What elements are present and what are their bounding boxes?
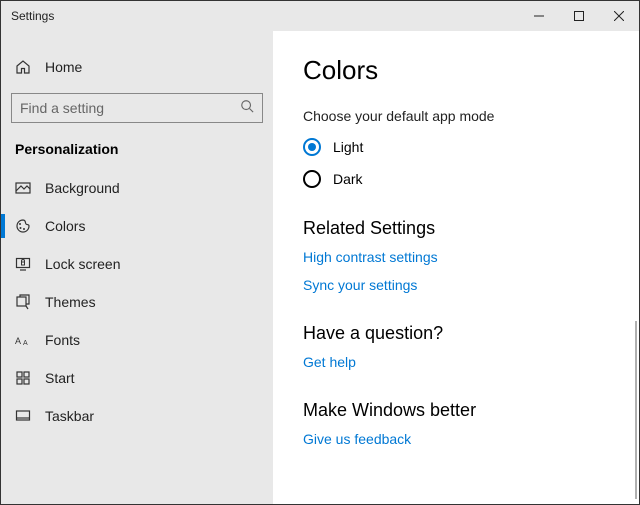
sidebar-item-themes[interactable]: Themes (1, 283, 273, 321)
scrollbar[interactable] (635, 321, 637, 499)
fonts-icon: AA (15, 332, 31, 348)
radio-label: Dark (333, 171, 363, 187)
sidebar-item-fonts[interactable]: AA Fonts (1, 321, 273, 359)
radio-dark[interactable]: Dark (303, 170, 639, 188)
sidebar-item-colors[interactable]: Colors (1, 207, 273, 245)
related-heading: Related Settings (303, 218, 639, 239)
sidebar-nav: Background Colors Lock screen Themes (1, 169, 273, 435)
sidebar-home[interactable]: Home (1, 51, 273, 83)
sidebar-home-label: Home (45, 59, 82, 75)
palette-icon (15, 218, 31, 234)
window-title: Settings (1, 9, 54, 23)
radio-light[interactable]: Light (303, 138, 639, 156)
search-wrap (1, 83, 273, 137)
main-area: Home Personalization Background (1, 31, 639, 504)
sidebar-item-start[interactable]: Start (1, 359, 273, 397)
search-box[interactable] (11, 93, 263, 123)
sidebar-section-title: Personalization (1, 137, 273, 169)
search-input[interactable] (20, 100, 240, 116)
lockscreen-icon (15, 256, 31, 272)
sidebar-item-label: Taskbar (45, 408, 94, 424)
sidebar-item-label: Start (45, 370, 75, 386)
sidebar-item-label: Themes (45, 294, 96, 310)
sidebar-item-label: Lock screen (45, 256, 120, 272)
sidebar-item-label: Colors (45, 218, 85, 234)
radio-icon-checked (303, 138, 321, 156)
link-feedback[interactable]: Give us feedback (303, 431, 639, 447)
link-get-help[interactable]: Get help (303, 354, 639, 370)
titlebar-controls (519, 1, 639, 31)
link-sync-settings[interactable]: Sync your settings (303, 277, 639, 293)
mode-prompt: Choose your default app mode (303, 108, 639, 124)
search-icon (240, 99, 254, 118)
sidebar-item-lockscreen[interactable]: Lock screen (1, 245, 273, 283)
minimize-button[interactable] (519, 1, 559, 31)
sidebar: Home Personalization Background (1, 31, 273, 504)
sidebar-item-label: Background (45, 180, 120, 196)
titlebar: Settings (1, 1, 639, 31)
sidebar-item-label: Fonts (45, 332, 80, 348)
sidebar-item-background[interactable]: Background (1, 169, 273, 207)
themes-icon (15, 294, 31, 310)
feedback-heading: Make Windows better (303, 400, 639, 421)
svg-text:A: A (15, 336, 21, 346)
home-icon (15, 59, 31, 75)
svg-text:A: A (23, 340, 28, 347)
radio-label: Light (333, 139, 363, 155)
start-icon (15, 370, 31, 386)
page-title: Colors (303, 55, 639, 86)
question-heading: Have a question? (303, 323, 639, 344)
close-button[interactable] (599, 1, 639, 31)
link-high-contrast[interactable]: High contrast settings (303, 249, 639, 265)
radio-icon-unchecked (303, 170, 321, 188)
taskbar-icon (15, 408, 31, 424)
picture-icon (15, 180, 31, 196)
sidebar-item-taskbar[interactable]: Taskbar (1, 397, 273, 435)
maximize-button[interactable] (559, 1, 599, 31)
content-panel: Colors Choose your default app mode Ligh… (273, 31, 639, 504)
